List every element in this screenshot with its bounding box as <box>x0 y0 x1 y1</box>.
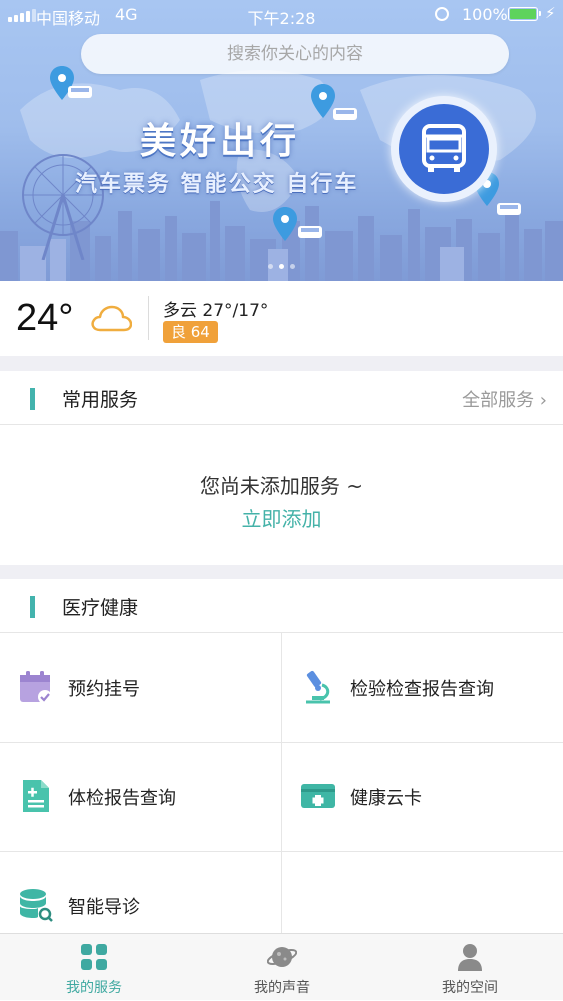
tab-my-space[interactable]: 我的空间 <box>376 934 563 1001</box>
section-accent-bar <box>30 388 35 410</box>
tab-bar: 我的服务 我的声音 我的空间 <box>0 933 563 1000</box>
all-services-link[interactable]: 全部服务 › <box>462 386 547 412</box>
service-physical-report[interactable]: 体检报告查询 <box>0 742 281 851</box>
weather-divider <box>148 296 149 340</box>
air-quality-badge: 良 64 <box>163 321 218 343</box>
small-bus-icon <box>68 86 92 98</box>
section-gap <box>0 565 563 579</box>
tab-label: 我的空间 <box>442 980 498 996</box>
service-label: 智能导诊 <box>68 897 140 918</box>
section-accent-bar <box>30 596 35 618</box>
service-label: 健康云卡 <box>350 788 422 809</box>
temperature: 24° <box>16 297 74 339</box>
charging-icon: ⚡ <box>545 4 556 22</box>
common-services-header: 常用服务 全部服务 › <box>0 371 563 425</box>
carousel-dot-active <box>279 264 284 269</box>
tab-my-services[interactable]: 我的服务 <box>0 934 188 1001</box>
planet-icon <box>267 947 297 967</box>
small-bus-icon <box>333 108 357 120</box>
service-label: 体检报告查询 <box>68 788 176 809</box>
battery-percent: 100% <box>462 5 508 24</box>
service-appointment[interactable]: 预约挂号 <box>0 633 281 742</box>
search-input[interactable]: 搜索你关心的内容 <box>81 34 509 74</box>
rotation-lock-icon <box>435 7 449 21</box>
service-label: 检验检查报告查询 <box>350 679 494 700</box>
health-card-icon <box>301 784 335 808</box>
empty-message: 您尚未添加服务 ~ <box>199 474 364 498</box>
service-label: 预约挂号 <box>68 679 140 700</box>
database-search-icon <box>20 889 53 922</box>
carousel-dot <box>290 264 295 269</box>
section-title: 医疗健康 <box>62 597 139 619</box>
bus-icon <box>422 124 466 172</box>
person-icon <box>458 944 482 971</box>
status-bar: 中国移动 4G 下午2:28 100% ⚡ <box>0 0 563 30</box>
carousel-dot <box>268 264 273 269</box>
banner[interactable]: 美好出行 汽车票务 智能公交 自行车 中国移动 4G 下午2:28 100% ⚡… <box>0 0 563 281</box>
tab-label: 我的声音 <box>254 980 310 996</box>
small-bus-icon <box>298 226 322 238</box>
common-services-empty: 您尚未添加服务 ~ 立即添加 <box>0 425 563 565</box>
battery-icon <box>508 7 541 21</box>
small-bus-icon <box>497 203 521 215</box>
medical-header: 医疗健康 <box>0 579 563 633</box>
service-health-card[interactable]: 健康云卡 <box>282 742 563 851</box>
calendar-check-icon <box>20 671 52 704</box>
medical-report-icon <box>23 780 49 812</box>
grid-icon <box>81 944 107 970</box>
weather-panel[interactable]: 24° <box>0 281 563 356</box>
microscope-icon <box>306 670 330 704</box>
banner-title: 美好出行 <box>140 121 301 162</box>
map-pin-icon <box>311 84 335 118</box>
cloud-icon <box>91 305 132 332</box>
section-gap <box>0 356 563 371</box>
bus-badge <box>391 96 497 202</box>
section-title: 常用服务 <box>62 389 139 411</box>
tab-label: 我的服务 <box>66 980 122 996</box>
weather-condition: 多云 27°/17° <box>163 301 269 321</box>
map-pin-icon <box>273 207 297 241</box>
medical-services-grid: 预约挂号 检验检查报告查询 体检报告查询 健康云卡 智能导诊 <box>0 633 563 933</box>
service-lab-report[interactable]: 检验检查报告查询 <box>282 633 563 742</box>
carousel-dots <box>0 254 563 273</box>
tab-my-voice[interactable]: 我的声音 <box>188 934 376 1001</box>
banner-subtitle: 汽车票务 智能公交 自行车 <box>75 172 359 197</box>
search-placeholder: 搜索你关心的内容 <box>227 44 363 64</box>
add-service-link[interactable]: 立即添加 <box>0 503 563 532</box>
